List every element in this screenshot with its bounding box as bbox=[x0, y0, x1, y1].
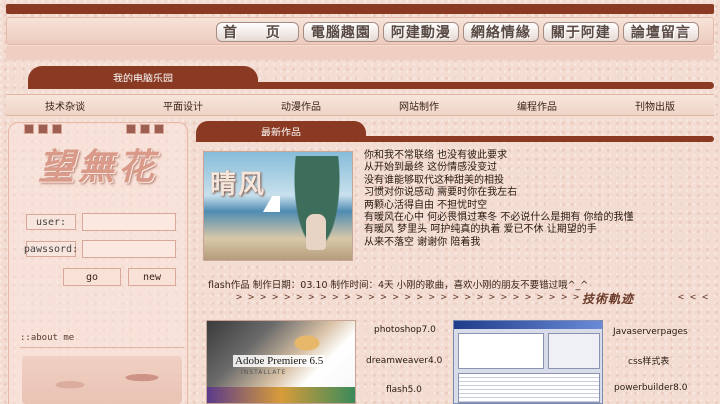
nav-net-romance[interactable]: 網絡情緣 bbox=[462, 22, 539, 42]
work-info: flash作品 制作日期：03.10 制作时间：4天 小刚的歌曲，喜欢小刚的朋友… bbox=[208, 280, 589, 291]
header-bottom-stripe bbox=[6, 46, 714, 60]
nav-computer-garden[interactable]: 電腦趣園 bbox=[302, 22, 379, 42]
girl-illustration bbox=[306, 214, 326, 250]
skill-jsp: Javaserverpages bbox=[613, 327, 688, 337]
category-bar: 技术杂谈 平面设计 动漫作品 网站制作 编程作品 刊物出版 bbox=[6, 94, 714, 116]
lyric-line: 有暖风在心中 何必畏惧过寒冬 不必说什么是拥有 你给的我懂 bbox=[364, 212, 634, 224]
skill-css: css样式表 bbox=[628, 357, 670, 367]
category-anime-works[interactable]: 动漫作品 bbox=[281, 98, 321, 113]
decor-square-icon bbox=[154, 124, 164, 134]
skill-flash: flash5.0 bbox=[386, 385, 422, 395]
skill-powerbuilder: powerbuilder8.0 bbox=[614, 383, 688, 393]
password-row: pawssord: bbox=[24, 241, 78, 257]
lyric-line: 你和我不常联络 也没有彼此要求 bbox=[364, 150, 508, 161]
about-me-heading: ::about me bbox=[20, 333, 184, 348]
lyric-line: 从来不落空 谢谢你 陪着我 bbox=[364, 236, 481, 248]
lyric-line: 从开始到最终 这份情感没变过 bbox=[364, 162, 498, 174]
password-label: pawssord: bbox=[24, 241, 78, 257]
header-top-stripe bbox=[6, 4, 714, 14]
category-tech-talk[interactable]: 技术杂谈 bbox=[45, 98, 85, 113]
editor-pane bbox=[458, 333, 544, 369]
featured-work-image[interactable]: 晴风 bbox=[203, 151, 353, 261]
decor-square-icon bbox=[126, 124, 136, 134]
lyric-line: 没有谁能够取代这种甜美的相投 bbox=[364, 174, 504, 186]
premiere-brand: Adobe Premiere 6.5 bbox=[233, 355, 326, 367]
output-pane bbox=[458, 373, 600, 403]
skill-photoshop: photoshop7.0 bbox=[374, 325, 436, 335]
go-button[interactable]: go bbox=[63, 268, 121, 286]
skills-heading: 技術軌迹 bbox=[580, 292, 637, 306]
category-publications[interactable]: 刊物出版 bbox=[635, 98, 675, 113]
left-sidebar-header bbox=[14, 124, 182, 135]
nav-anime[interactable]: 阿建動漫 bbox=[382, 22, 459, 42]
properties-pane bbox=[548, 333, 600, 369]
divider-arrows-tail: < < < < bbox=[678, 292, 714, 303]
nav-about[interactable]: 關于阿建 bbox=[542, 22, 619, 42]
nav-forum[interactable]: 論壇留言 bbox=[622, 22, 699, 42]
about-me-image bbox=[22, 356, 182, 404]
lyric-line: 有暖风 梦里头 呵护纯真的执着 爱已不休 让期望的手 bbox=[364, 224, 597, 236]
new-button[interactable]: new bbox=[128, 268, 176, 286]
premiere-screenshot[interactable]: Adobe Premiere 6.5 INSTALLATE bbox=[206, 320, 356, 404]
site-logo: 望無花 bbox=[38, 146, 159, 188]
decor-square-icon bbox=[38, 124, 48, 134]
divider-arrows: > > > > > > > > > > > > > > > > > > > > … bbox=[236, 292, 580, 303]
decor-square-icon bbox=[24, 124, 34, 134]
nav-home[interactable]: 首 页 bbox=[216, 22, 299, 42]
dancer-illustration bbox=[277, 325, 337, 355]
user-label: user: bbox=[26, 214, 76, 230]
page: 首 页 電腦趣園 阿建動漫 網絡情緣 關于阿建 論壇留言 我的电脑乐园 技术杂谈… bbox=[0, 0, 720, 404]
top-navigation: 首 页 電腦趣園 阿建動漫 網絡情緣 關于阿建 論壇留言 bbox=[216, 22, 699, 42]
premiere-subtitle: INSTALLATE bbox=[241, 369, 287, 376]
song-lyrics: 你和我不常联络 也没有彼此要求 从开始到最终 这份情感没变过 没有谁能够取代这种… bbox=[364, 150, 694, 249]
site-title-underline bbox=[28, 82, 714, 89]
category-programming[interactable]: 编程作品 bbox=[517, 98, 557, 113]
user-row: user: bbox=[26, 214, 76, 230]
skill-dreamweaver: dreamweaver4.0 bbox=[366, 356, 443, 366]
decor-square-icon bbox=[140, 124, 150, 134]
user-input[interactable] bbox=[82, 213, 176, 231]
window-titlebar bbox=[454, 321, 602, 329]
decor-square-icon bbox=[52, 124, 62, 134]
lyric-line: 习惯对你说感动 需要时你在我左右 bbox=[364, 187, 518, 199]
password-input[interactable] bbox=[82, 240, 176, 258]
category-graphic-design[interactable]: 平面设计 bbox=[163, 98, 203, 113]
ide-screenshot[interactable] bbox=[453, 320, 603, 404]
skills-divider: > > > > > > > > > > > > > > > > > > > > … bbox=[204, 292, 714, 306]
premiere-banner bbox=[207, 387, 355, 403]
latest-works-underline bbox=[196, 136, 714, 142]
sailboat-illustration bbox=[258, 196, 280, 212]
category-web-production[interactable]: 网站制作 bbox=[399, 98, 439, 113]
lyric-line: 两颗心活得自由 不担忧时空 bbox=[364, 199, 488, 211]
